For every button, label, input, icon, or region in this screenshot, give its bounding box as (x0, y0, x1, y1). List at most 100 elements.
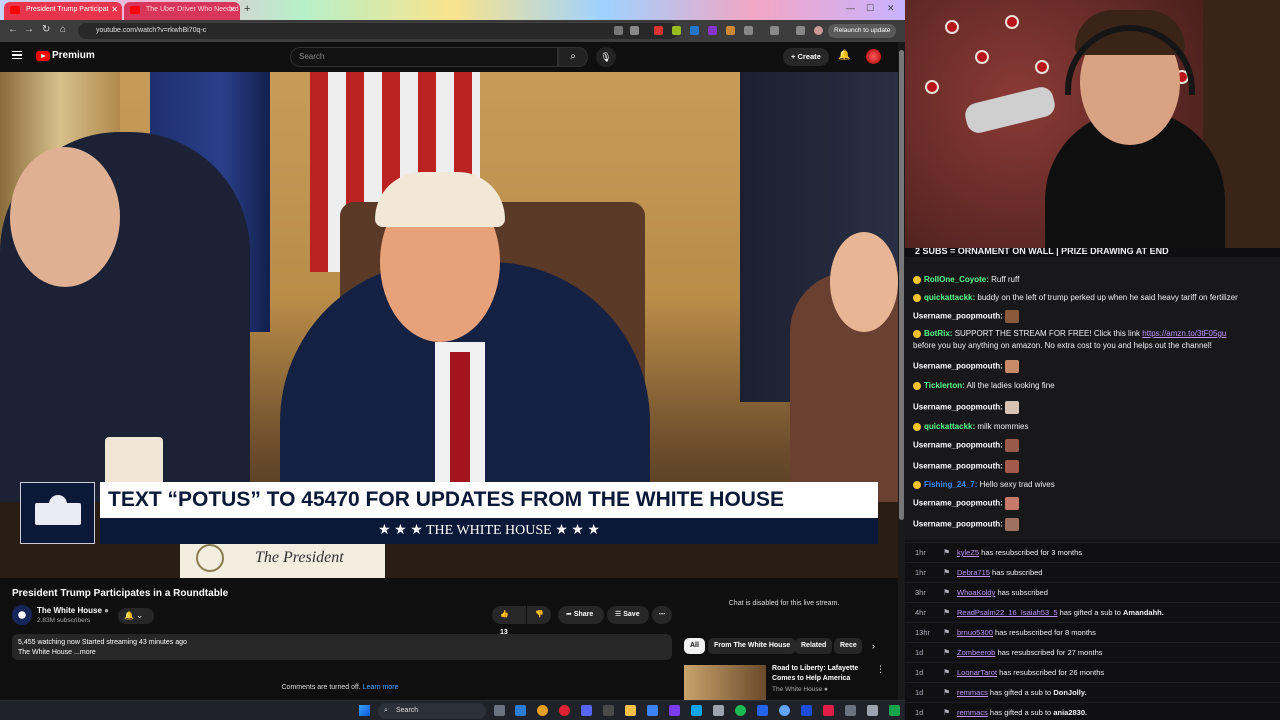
task-view-icon[interactable] (494, 705, 505, 716)
taskbar-search[interactable]: ⌕ Search (378, 703, 486, 719)
chat-username[interactable]: Fishing_24_7: (924, 480, 977, 489)
event-username[interactable]: remmacs (957, 708, 988, 717)
chat-username[interactable]: quickattackk: (924, 422, 975, 431)
sidebar-icon[interactable] (770, 26, 779, 35)
event-username[interactable]: Zombeerob (957, 648, 995, 657)
edge-icon[interactable] (515, 705, 526, 716)
subscription-bell-button[interactable]: 🔔 ⌄ (118, 608, 154, 624)
chat-username[interactable]: BotRix: (924, 329, 952, 338)
chevron-right-icon[interactable]: › (872, 638, 875, 654)
event-username[interactable]: LoonarTarot (957, 668, 997, 677)
extension-icon[interactable] (654, 26, 663, 35)
chat-username[interactable]: RollOne_Coyote: (924, 275, 989, 284)
app-icon[interactable] (823, 705, 834, 716)
cast-icon[interactable] (614, 26, 623, 35)
chat-link[interactable]: https://amzn.to/3tF05gu (1142, 329, 1226, 338)
app-icon[interactable] (845, 705, 856, 716)
app-icon[interactable] (669, 705, 680, 716)
event-username[interactable]: WhoaKoldy (957, 588, 995, 597)
event-username[interactable]: ReadPsalm22_16_Isaiah53_5 (957, 608, 1058, 617)
voice-search-button[interactable]: 🎙 (596, 47, 616, 67)
chat-username[interactable]: Ticklerton: (924, 381, 965, 390)
forward-icon[interactable]: → (24, 24, 34, 35)
chat-username[interactable]: Username_poopmouth: (913, 312, 1003, 321)
chat-username[interactable]: Username_poopmouth: (913, 499, 1003, 508)
chat-username[interactable]: Username_poopmouth: (913, 403, 1003, 412)
recommended-thumbnail[interactable] (684, 665, 766, 700)
app-icon[interactable] (713, 705, 724, 716)
app-icon[interactable] (889, 705, 900, 716)
chrome-profile-icon[interactable] (559, 705, 570, 716)
profile-icon[interactable] (814, 26, 823, 35)
notifications-bell-icon[interactable]: 🔔 (838, 50, 850, 61)
app-icon[interactable] (647, 705, 658, 716)
new-tab-icon[interactable]: + (244, 3, 250, 15)
relaunch-button[interactable]: Relaunch to update (828, 24, 897, 38)
search-input[interactable]: Search (290, 47, 558, 67)
scrollbar-thumb[interactable] (899, 50, 904, 520)
recommended-title[interactable]: Road to Liberty: Lafayette Comes to Help… (772, 664, 872, 684)
event-target[interactable]: DonJolly. (1053, 688, 1086, 697)
event-username[interactable]: remmacs (957, 688, 988, 697)
extension-icon[interactable] (708, 26, 717, 35)
more-actions-button[interactable]: ⋯ (652, 606, 672, 624)
windows-start-icon[interactable] (359, 705, 370, 716)
home-icon[interactable]: ⌂ (60, 24, 66, 35)
app-icon[interactable] (801, 705, 812, 716)
chat-username[interactable]: Username_poopmouth: (913, 520, 1003, 529)
chat-username[interactable]: Username_poopmouth: (913, 362, 1003, 371)
page-scrollbar[interactable] (898, 42, 905, 700)
maximize-icon[interactable]: ☐ (866, 3, 874, 14)
chip-recent[interactable]: Rece (834, 638, 862, 654)
chat-username[interactable]: Username_poopmouth: (913, 441, 1003, 450)
chat-username[interactable]: Username_poopmouth: (913, 462, 1003, 471)
channel-avatar[interactable] (12, 605, 32, 625)
app-icon[interactable] (691, 705, 702, 716)
back-icon[interactable]: ← (8, 24, 18, 35)
like-button[interactable]: 👍 13 (492, 606, 526, 636)
chip-all[interactable]: All (684, 638, 705, 654)
tab-youtube-inactive[interactable]: The Uber Driver Who Needed ✕ (124, 2, 240, 20)
event-username[interactable]: Debra715 (957, 568, 990, 577)
app-icon[interactable] (757, 705, 768, 716)
discord-icon[interactable] (581, 705, 592, 716)
spotify-icon[interactable] (735, 705, 746, 716)
youtube-brand[interactable]: Premium (52, 50, 95, 61)
channel-name[interactable]: The White House ● (37, 606, 109, 615)
chip-from-white-house[interactable]: From The White House (708, 638, 797, 654)
event-target[interactable]: ania2830. (1053, 708, 1087, 717)
create-button[interactable]: + Create (783, 48, 829, 66)
app-icon[interactable] (867, 705, 878, 716)
extension-icon[interactable] (690, 26, 699, 35)
hamburger-menu-icon[interactable] (12, 51, 22, 59)
event-username[interactable]: kyleZ5 (957, 548, 979, 557)
more-vertical-icon[interactable]: ⋮ (876, 664, 885, 675)
chip-related[interactable]: Related (795, 638, 833, 654)
extension-icon[interactable] (726, 26, 735, 35)
obs-icon[interactable] (603, 705, 614, 716)
url-field[interactable]: youtube.com/watch?v=rkwhBi70q-c (78, 23, 678, 39)
reload-icon[interactable]: ↻ (42, 24, 50, 35)
learn-more-link[interactable]: Learn more (363, 684, 399, 691)
search-button[interactable]: ⌕ (558, 47, 588, 67)
youtube-logo-icon[interactable] (36, 51, 50, 61)
save-button[interactable]: ☰ Save (607, 606, 649, 624)
bookmark-star-icon[interactable] (630, 26, 639, 35)
chrome-icon[interactable] (537, 705, 548, 716)
app-icon[interactable] (779, 705, 790, 716)
share-button[interactable]: ➦ Share (558, 606, 604, 624)
close-tab-icon[interactable]: ✕ (111, 2, 118, 18)
extensions-puzzle-icon[interactable] (744, 26, 753, 35)
download-icon[interactable] (796, 26, 805, 35)
minimize-icon[interactable]: — (846, 3, 855, 13)
description-box[interactable]: 5,455 watching now Started streaming 43 … (12, 634, 672, 660)
extension-icon[interactable] (672, 26, 681, 35)
event-username[interactable]: brnuo5300 (957, 628, 993, 637)
close-tab-icon[interactable]: ✕ (229, 2, 236, 18)
account-avatar[interactable] (866, 49, 881, 64)
video-player[interactable]: The President TEXT “POTUS” TO 45470 FOR … (0, 72, 898, 578)
event-target[interactable]: Amandahh. (1123, 608, 1164, 617)
file-explorer-icon[interactable] (625, 705, 636, 716)
chat-username[interactable]: quickattackk: (924, 293, 975, 302)
tab-youtube-active[interactable]: President Trump Participat ✕ (4, 2, 122, 20)
